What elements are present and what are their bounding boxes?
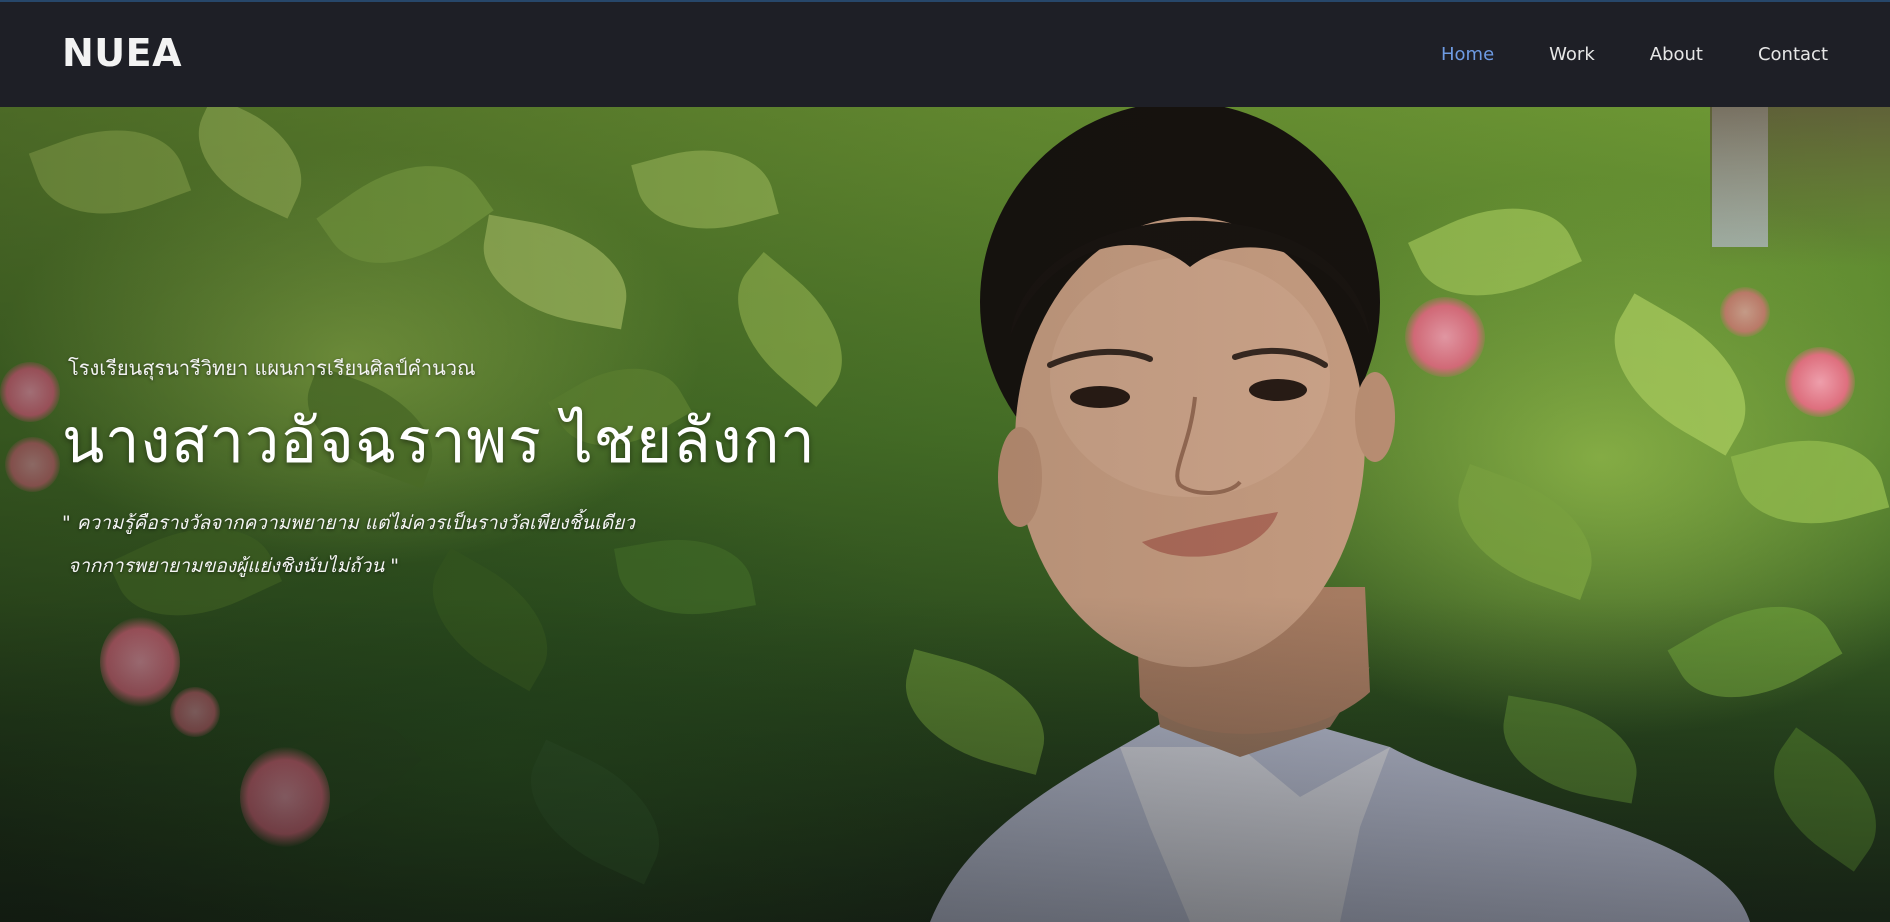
hero-quote: " ความรู้คือรางวัลจากความพยายาม แต่ไม่คว… xyxy=(62,502,635,588)
main-nav: Home Work About Contact xyxy=(1386,44,1828,65)
navbar: NUEA Home Work About Contact xyxy=(0,0,1890,107)
brand-logo[interactable]: NUEA xyxy=(62,31,182,75)
school-subtitle: โรงเรียนสุรนารีวิทยา แผนการเรียนศิลป์คำน… xyxy=(68,356,476,380)
nav-link-contact[interactable]: Contact xyxy=(1758,44,1828,65)
page: NUEA Home Work About Contact โรงเรียนสุร… xyxy=(0,0,1890,922)
nav-link-work[interactable]: Work xyxy=(1549,44,1595,65)
nav-link-about[interactable]: About xyxy=(1650,44,1703,65)
hero-name-heading: นางสาวอัจฉราพร ไชยลังกา xyxy=(62,404,816,477)
quote-line-1: " ความรู้คือรางวัลจากความพยายาม แต่ไม่คว… xyxy=(62,512,635,534)
hero-section: โรงเรียนสุรนารีวิทยา แผนการเรียนศิลป์คำน… xyxy=(0,107,1890,922)
nav-link-home[interactable]: Home xyxy=(1441,44,1494,65)
quote-line-2: จากการพยายามของผู้แย่งชิงนับไม่ถ้วน " xyxy=(68,555,400,577)
